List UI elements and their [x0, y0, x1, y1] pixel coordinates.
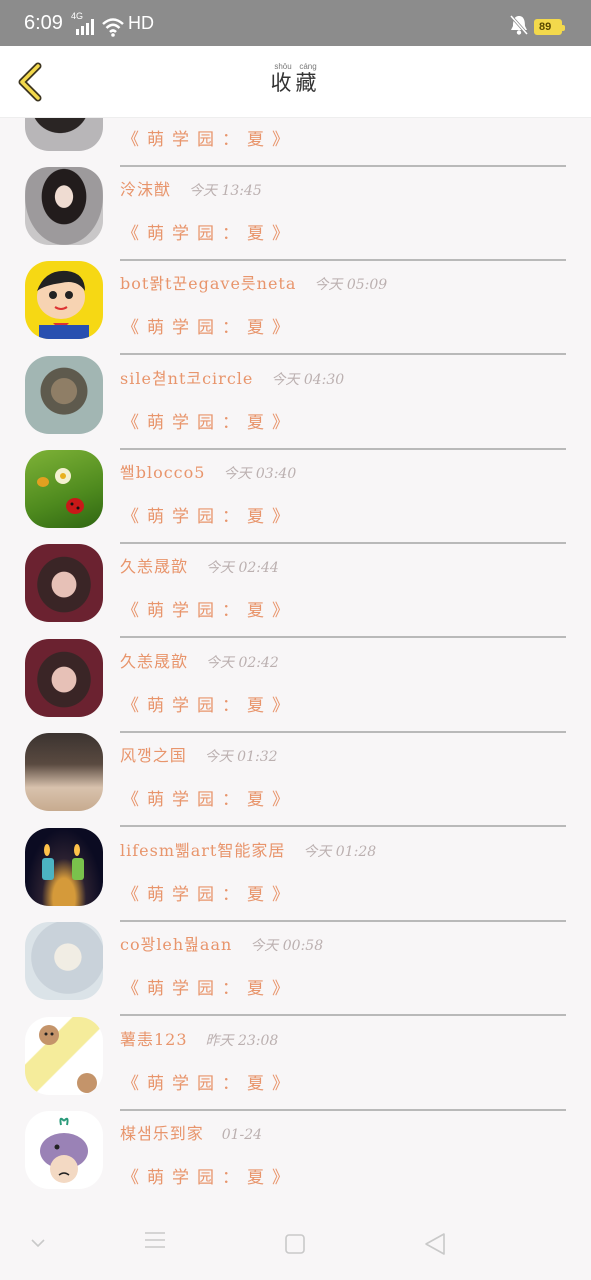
avatar — [25, 118, 103, 151]
list-item[interactable]: 薯恚123 昨天 23:08 《萌学园：夏》 — [0, 1005, 591, 1111]
list-item[interactable]: lifesm쀎art智能家居 今天 01:28 《萌学园：夏》 — [0, 816, 591, 922]
item-name: 薯恚123 — [120, 1030, 188, 1049]
avatar — [25, 733, 103, 811]
app-bar: 收shōu藏cáng — [0, 46, 591, 118]
item-name: 久恙晟歆 — [120, 652, 189, 671]
item-subtitle: 《萌学园：夏》 — [122, 696, 297, 716]
hd-indicator: HD — [128, 13, 154, 33]
item-name: 泠沫猷 — [120, 180, 172, 199]
item-subtitle: 《萌学园：夏》 — [122, 790, 297, 810]
ladybug-icon — [37, 468, 84, 514]
item-time: 今天 01:28 — [303, 844, 377, 860]
title-char: 藏 — [295, 71, 321, 95]
list-item[interactable]: 《萌学园：夏》 — [0, 118, 591, 167]
item-subtitle: 《萌学园：夏》 — [122, 130, 297, 150]
avatar — [25, 261, 103, 339]
avatar — [25, 1111, 103, 1189]
item-name: 风깽之国 — [120, 746, 187, 765]
title-pinyin: shōu — [270, 62, 296, 71]
whale-character-icon — [40, 1117, 88, 1183]
item-time: 今天 00:58 — [250, 938, 324, 954]
list-item[interactable]: co꽝leh뭞aan 今天 00:58 《萌学园：夏》 — [0, 910, 591, 1016]
battery-icon: 89 — [534, 19, 565, 35]
item-time: 今天 01:32 — [204, 749, 278, 765]
item-time: 今天 02:42 — [206, 655, 279, 671]
signal-icon — [76, 19, 94, 35]
item-time: 今天 05:09 — [314, 277, 388, 293]
item-subtitle: 《萌学园：夏》 — [122, 1074, 297, 1094]
item-name: sile쳗nt코circle — [120, 369, 254, 388]
list-item[interactable]: 楳샘乐到家 01-24 《萌学园：夏》 — [0, 1099, 591, 1193]
item-subtitle: 《萌学园：夏》 — [122, 1168, 297, 1188]
item-time: 01-24 — [221, 1127, 263, 1143]
chevron-down-icon[interactable] — [30, 1238, 46, 1248]
back-triangle-icon[interactable] — [424, 1232, 446, 1256]
home-square-icon[interactable] — [285, 1234, 305, 1254]
list-item[interactable]: 久恙晟歆 今天 02:44 《萌学园：夏》 — [0, 532, 591, 638]
bear-sticker-icon — [39, 1025, 97, 1093]
item-name: 楳샘乐到家 — [120, 1124, 204, 1143]
item-subtitle: 《萌学园：夏》 — [122, 224, 297, 244]
avatar — [25, 1017, 103, 1095]
list-item[interactable]: sile쳗nt코circle 今天 04:30 《萌学园：夏》 — [0, 344, 591, 450]
battery-level: 89 — [539, 21, 552, 33]
item-time: 昨天 23:08 — [205, 1033, 279, 1049]
item-time: 今天 02:44 — [206, 560, 279, 576]
item-subtitle: 《萌学园：夏》 — [122, 413, 297, 433]
avatar — [25, 544, 103, 622]
system-nav-bar — [0, 1204, 591, 1280]
avatar — [25, 450, 103, 528]
item-name: 쐘blocco5 — [120, 463, 206, 482]
item-name: 久恙晟歆 — [120, 557, 189, 576]
list-item[interactable]: 泠沫猷 今天 13:45 《萌学园：夏》 — [0, 155, 591, 261]
title-char: 收 — [270, 71, 296, 95]
item-time: 今天 03:40 — [223, 466, 297, 482]
item-subtitle: 《萌学园：夏》 — [122, 318, 297, 338]
title-pinyin: cáng — [295, 62, 321, 71]
avatar — [25, 356, 103, 434]
list-item[interactable]: 久恙晟歆 今天 02:42 《萌学园：夏》 — [0, 627, 591, 733]
item-subtitle: 《萌学园：夏》 — [122, 979, 297, 999]
list-item[interactable]: 쐘blocco5 今天 03:40 《萌学园：夏》 — [0, 438, 591, 544]
wifi-icon — [102, 18, 124, 37]
item-name: co꽝leh뭞aan — [120, 935, 233, 954]
status-bar: 6:09 4G HD 89 — [0, 0, 591, 46]
menu-icon[interactable] — [144, 1230, 166, 1250]
candles-icon — [42, 844, 84, 880]
item-name: bot뫍t꾼egave릇neta — [120, 274, 297, 293]
status-time: 6:09 — [24, 12, 63, 34]
item-subtitle: 《萌学园：夏》 — [122, 507, 297, 527]
page-title: 收shōu藏cáng — [271, 62, 321, 97]
favorites-list: 《萌学园：夏》 泠沫猷 今天 13:45 《萌学园：夏》 bot뫍t꾼egave릇… — [0, 118, 591, 1200]
item-subtitle: 《萌学园：夏》 — [122, 885, 297, 905]
mute-bell-icon — [509, 15, 529, 35]
avatar — [25, 922, 103, 1000]
item-time: 今天 13:45 — [189, 183, 262, 199]
item-name: lifesm쀎art智能家居 — [120, 841, 286, 860]
cartoon-boy-icon — [37, 270, 89, 339]
avatar — [25, 167, 103, 245]
avatar — [25, 639, 103, 717]
avatar — [25, 828, 103, 906]
item-subtitle: 《萌学园：夏》 — [122, 601, 297, 621]
list-item[interactable]: 风깽之国 今天 01:32 《萌学园：夏》 — [0, 721, 591, 827]
list-item[interactable]: bot뫍t꾼egave릇neta 今天 05:09 《萌学园：夏》 — [0, 249, 591, 355]
item-time: 今天 04:30 — [271, 372, 345, 388]
